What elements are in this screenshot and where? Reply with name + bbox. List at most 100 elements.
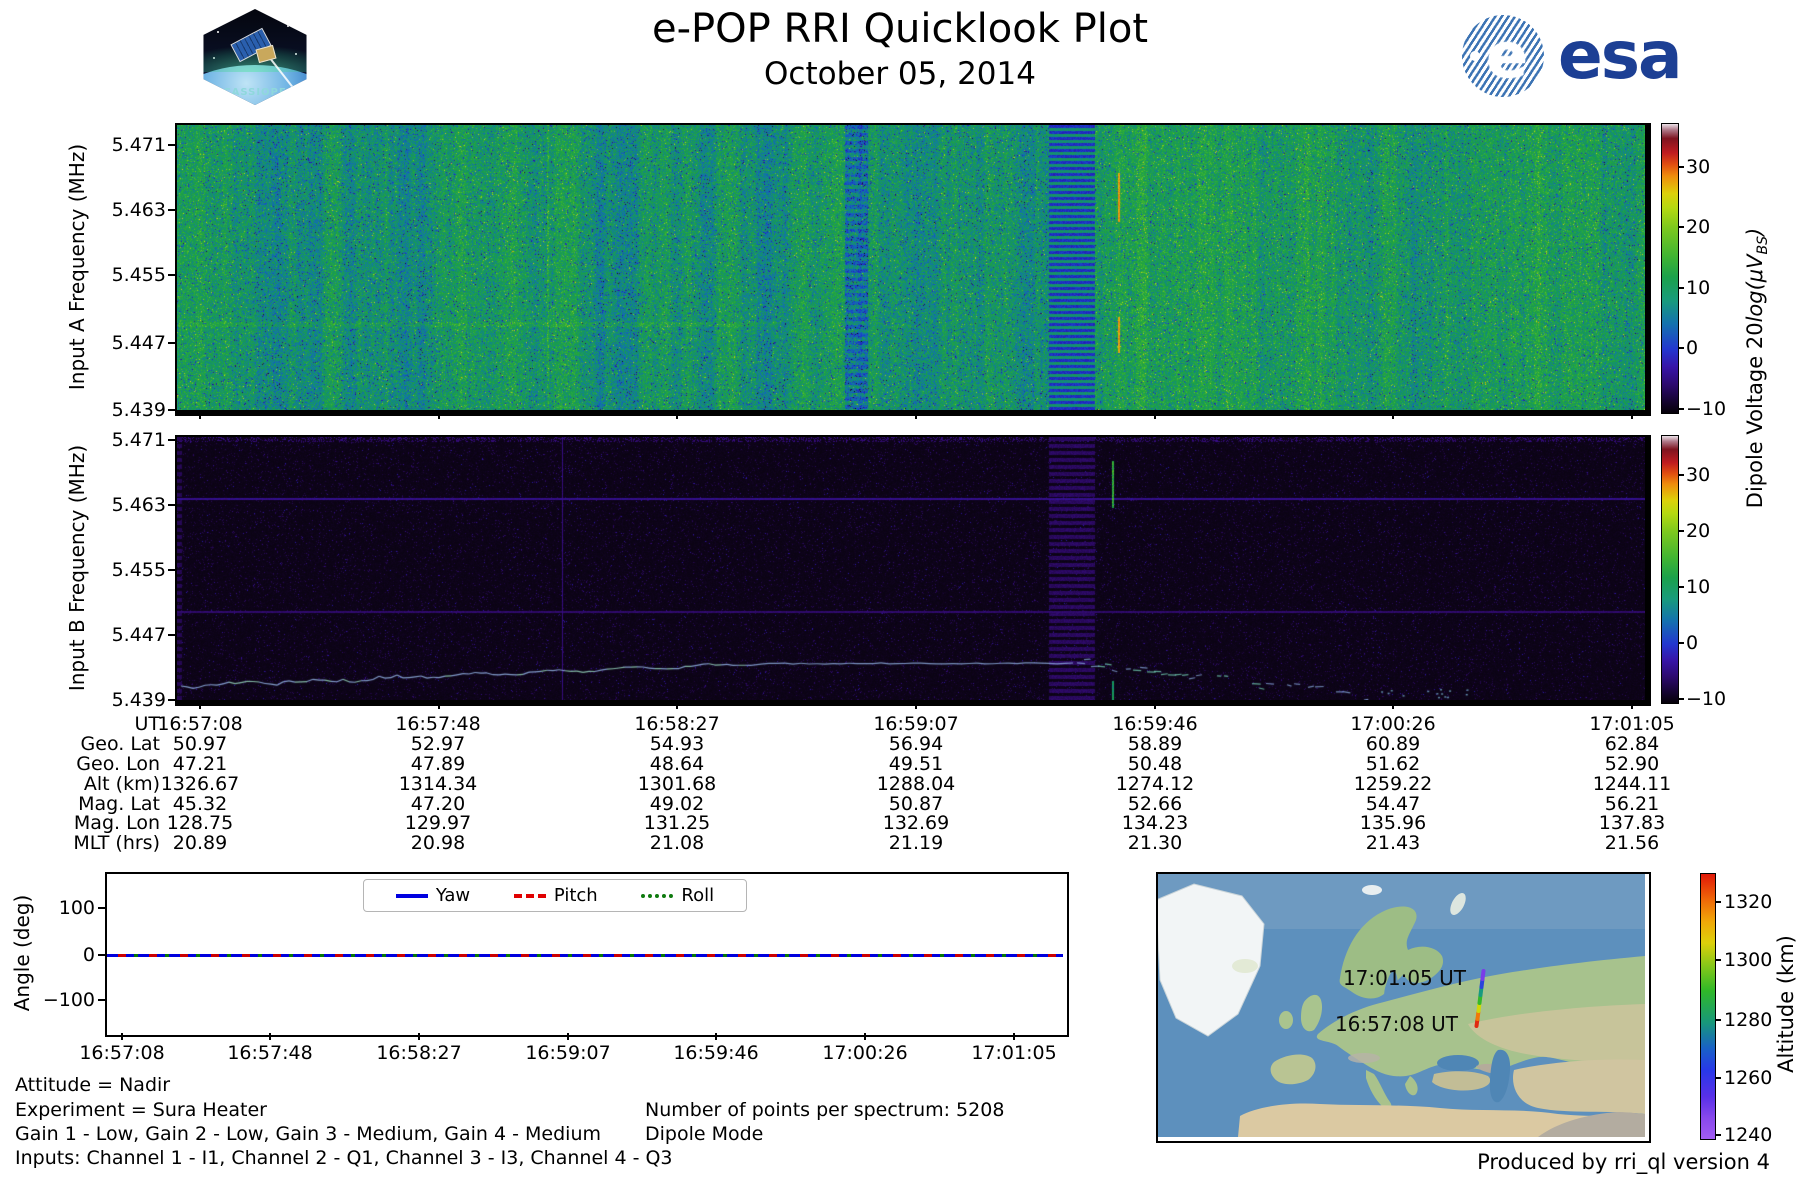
table-row: Alt (km) 1326.67 1314.34 1301.68 1288.04… bbox=[83, 773, 1672, 795]
legend-item-pitch: Pitch bbox=[513, 885, 598, 906]
axis-tick: 5.463 bbox=[111, 494, 166, 516]
table-row: Mag. Lat 45.32 47.20 49.02 50.87 52.66 5… bbox=[78, 793, 1660, 815]
axis-tick: 16:57:08 bbox=[79, 1042, 165, 1064]
tick-mark bbox=[1678, 408, 1684, 410]
yaw-line-sample bbox=[395, 893, 428, 898]
tick-mark bbox=[418, 1033, 420, 1040]
tick-mark bbox=[1715, 1077, 1721, 1079]
tick-mark bbox=[1678, 530, 1684, 532]
tick-mark bbox=[864, 1033, 866, 1040]
table-row: MLT (hrs) 20.89 20.98 21.08 21.19 21.30 … bbox=[73, 832, 1660, 854]
colorbar-tick: 10 bbox=[1686, 576, 1711, 598]
altitude-colorbar-label: Altitude (km) bbox=[1774, 935, 1798, 1073]
input-a-spectrogram bbox=[175, 123, 1651, 416]
axis-tick: 5.447 bbox=[111, 332, 166, 354]
track-start-time-label: 16:57:08 UT bbox=[1335, 1012, 1459, 1036]
map-iceland bbox=[1232, 959, 1258, 973]
tick-mark bbox=[915, 702, 917, 709]
tick-mark bbox=[168, 144, 175, 146]
tick-mark bbox=[1392, 412, 1395, 419]
tick-mark bbox=[1153, 702, 1156, 709]
input-b-spectrogram bbox=[175, 435, 1651, 706]
tick-mark bbox=[1715, 901, 1721, 903]
annotation-points-per-spectrum: Number of points per spectrum: 5208 bbox=[645, 1099, 1005, 1121]
attitude-zero-line bbox=[107, 954, 1063, 957]
annotation-inputs: Inputs: Channel 1 - I1, Channel 2 - Q1, … bbox=[15, 1147, 673, 1169]
colorbar-tick: 1280 bbox=[1724, 1009, 1773, 1031]
tick-mark bbox=[1678, 642, 1684, 644]
colorbar-b bbox=[1661, 435, 1679, 704]
attitude-legend: Yaw Pitch Roll bbox=[363, 879, 747, 912]
tick-mark bbox=[1678, 698, 1684, 700]
tick-mark bbox=[715, 1033, 717, 1040]
tick-mark bbox=[168, 409, 175, 411]
axis-tick: 5.455 bbox=[111, 559, 166, 581]
tick-mark bbox=[168, 504, 175, 506]
tick-mark bbox=[168, 274, 175, 276]
colorbar-tick: 20 bbox=[1686, 520, 1711, 542]
tick-mark bbox=[1678, 226, 1684, 228]
tick-mark bbox=[676, 412, 679, 419]
legend-item-roll: Roll bbox=[641, 885, 714, 906]
tick-mark bbox=[199, 702, 201, 709]
input-b-spectrogram-canvas bbox=[177, 437, 1645, 700]
tick-mark bbox=[168, 209, 175, 211]
legend-item-yaw: Yaw bbox=[395, 885, 470, 906]
axis-tick: 5.471 bbox=[111, 429, 166, 451]
tick-mark bbox=[1715, 959, 1721, 961]
tick-mark bbox=[269, 1033, 271, 1040]
input-a-spectrogram-canvas bbox=[177, 125, 1645, 410]
tick-mark bbox=[168, 634, 175, 636]
tick-mark bbox=[567, 1033, 569, 1040]
tick-mark bbox=[168, 699, 175, 701]
axis-tick: 5.463 bbox=[111, 199, 166, 221]
colorbar-tick: 30 bbox=[1686, 156, 1711, 178]
colorbar-tick: 20 bbox=[1686, 216, 1711, 238]
colorbar-tick: −10 bbox=[1686, 398, 1727, 420]
tick-mark bbox=[1631, 412, 1633, 419]
colorbar-tick: 1320 bbox=[1724, 891, 1773, 913]
table-row: Geo. Lon 47.21 47.89 48.64 49.51 50.48 5… bbox=[76, 753, 1660, 775]
tick-mark bbox=[676, 702, 679, 709]
colorbar-tick: 30 bbox=[1686, 464, 1711, 486]
tick-mark bbox=[1013, 1033, 1015, 1040]
axis-tick: 17:01:05 bbox=[971, 1042, 1057, 1064]
tick-mark bbox=[1678, 166, 1684, 168]
esa-wordmark: esa bbox=[1558, 17, 1683, 94]
tick-mark bbox=[1153, 412, 1156, 419]
annotation-attitude: Attitude = Nadir bbox=[15, 1074, 171, 1096]
colorbar-tick: 1300 bbox=[1724, 949, 1773, 971]
table-row: Mag. Lon 128.75 129.97 131.25 132.69 134… bbox=[73, 812, 1666, 834]
esa-logo: e esa bbox=[1462, 14, 1683, 98]
tick-mark bbox=[121, 1033, 123, 1040]
map-black-sea bbox=[1437, 1055, 1479, 1071]
quicklook-figure: e-POP RRI Quicklook Plot October 05, 201… bbox=[0, 0, 1800, 1200]
annotation-gains: Gain 1 - Low, Gain 2 - Low, Gain 3 - Med… bbox=[15, 1123, 602, 1145]
produced-by-text: Produced by rri_ql version 4 bbox=[1477, 1150, 1770, 1174]
colorbar-tick: 10 bbox=[1686, 277, 1711, 299]
annotation-dipole-mode: Dipole Mode bbox=[645, 1123, 764, 1145]
tick-mark bbox=[168, 342, 175, 344]
tick-mark bbox=[437, 412, 440, 419]
tick-mark bbox=[1678, 347, 1684, 349]
tick-mark bbox=[1678, 586, 1684, 588]
axis-tick: −100 bbox=[42, 989, 95, 1011]
tick-mark bbox=[168, 569, 175, 571]
dipole-voltage-colorbar-label: Dipole Voltage 20log(μVBS) bbox=[1742, 227, 1772, 509]
tick-mark bbox=[168, 439, 175, 441]
axis-tick: 5.439 bbox=[111, 689, 166, 711]
tick-mark bbox=[98, 999, 105, 1001]
axis-tick: 5.471 bbox=[111, 134, 166, 156]
track-end-time-label: 17:01:05 UT bbox=[1343, 966, 1467, 990]
tick-mark bbox=[1392, 702, 1395, 709]
roll-line-sample bbox=[641, 893, 674, 898]
tick-mark bbox=[98, 907, 105, 909]
axis-tick: 16:58:27 bbox=[376, 1042, 462, 1064]
colorbar-a bbox=[1661, 123, 1679, 414]
axis-tick: 5.455 bbox=[111, 264, 166, 286]
axis-tick: 16:59:07 bbox=[525, 1042, 611, 1064]
annotation-experiment: Experiment = Sura Heater bbox=[15, 1099, 267, 1121]
axis-tick: 5.447 bbox=[111, 624, 166, 646]
colorbar-tick: 1260 bbox=[1724, 1067, 1773, 1089]
table-row: UT 16:57:08 16:57:48 16:58:27 16:59:07 1… bbox=[134, 713, 1675, 735]
